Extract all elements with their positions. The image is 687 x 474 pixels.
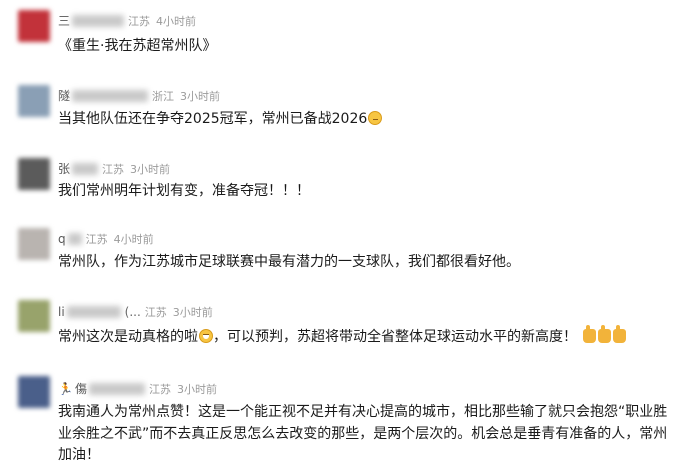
blurred-username <box>67 233 82 245</box>
avatar[interactable] <box>18 376 50 408</box>
comment-text-part: 常州这次是动真格的啦 <box>58 329 198 345</box>
username-suffix: (... <box>124 305 141 319</box>
thinking-face-icon <box>368 111 383 125</box>
timestamp: 4小时前 <box>113 233 154 246</box>
comment-text: 常州这次是动真格的啦 ，可以预判，苏超将带动全省整体足球运动水平的新高度！ <box>58 325 626 348</box>
username[interactable]: 三 <box>58 12 70 29</box>
username[interactable]: 隧 <box>58 87 70 104</box>
thumbs-up-icon <box>598 325 611 343</box>
comment-text-content: 当其他队伍还在争夺2025冠军，常州已备战2026 <box>58 111 368 127</box>
username[interactable]: 傷 <box>75 380 87 397</box>
location: 江苏 <box>148 382 171 396</box>
blurred-username <box>72 89 149 102</box>
blurred-username <box>72 14 125 27</box>
comment-meta: li (... 江苏 3小时前 <box>58 304 213 320</box>
location: 浙江 <box>152 89 175 103</box>
location: 江苏 <box>144 306 167 319</box>
blurred-username <box>88 382 145 395</box>
timestamp: 3小时前 <box>172 306 213 319</box>
timestamp: 3小时前 <box>180 89 221 103</box>
timestamp: 3小时前 <box>176 382 217 396</box>
avatar[interactable] <box>18 158 50 190</box>
grinning-face-icon <box>199 329 213 343</box>
comment-meta: 三 江苏 4小时前 <box>58 12 196 29</box>
location: 江苏 <box>128 14 151 28</box>
location: 江苏 <box>102 162 125 176</box>
comment-text: 当其他队伍还在争夺2025冠军，常州已备战2026 <box>58 109 383 130</box>
comment-text: 我南通人为常州点赞！这是一个能正视不足并有决心提高的城市，相比那些输了就只会抱怨… <box>58 404 668 463</box>
runner-icon: 🏃 <box>58 381 73 396</box>
avatar[interactable] <box>18 10 50 42</box>
comment-text: 常州队，作为江苏城市足球联赛中最有潜力的一支球队，我们都很看好他。 <box>58 254 520 270</box>
avatar[interactable] <box>18 85 50 117</box>
thumbs-up-icon <box>613 325 626 343</box>
blurred-username <box>72 162 99 175</box>
username[interactable]: 张 <box>58 160 70 177</box>
comment-meta: 隧 浙江 3小时前 <box>58 87 220 104</box>
username[interactable]: li <box>58 305 65 319</box>
comment-meta: 张 江苏 3小时前 <box>58 160 170 177</box>
comment-text: 我们常州明年计划有变，准备夺冠！！！ <box>58 183 310 199</box>
comment-meta: 🏃 傷 江苏 3小时前 <box>58 380 217 397</box>
location: 江苏 <box>85 233 108 246</box>
timestamp: 3小时前 <box>130 162 171 176</box>
comment-text: 《重生·我在苏超常州队》 <box>58 38 217 54</box>
blurred-username <box>66 306 121 318</box>
username[interactable]: q <box>58 232 66 246</box>
comment-text-part: ，可以预判，苏超将带动全省整体足球运动水平的新高度！ <box>213 329 577 345</box>
comment-meta: q 江苏 4小时前 <box>58 231 154 247</box>
avatar[interactable] <box>18 300 50 332</box>
thumbs-up-icon <box>583 325 596 343</box>
avatar[interactable] <box>18 228 50 260</box>
timestamp: 4小时前 <box>156 14 197 28</box>
